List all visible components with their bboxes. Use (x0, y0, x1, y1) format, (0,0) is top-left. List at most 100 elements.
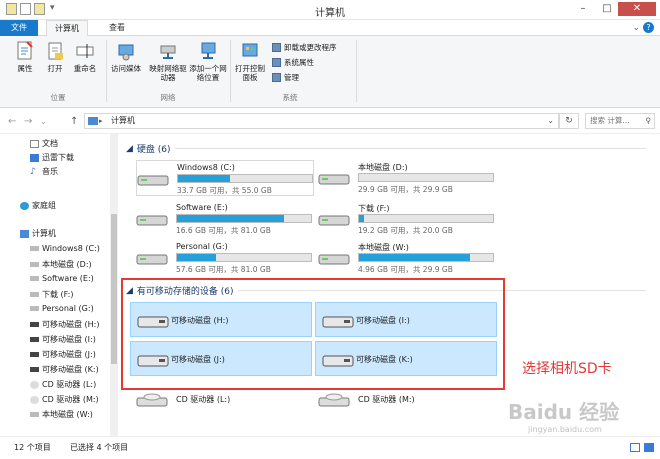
access-media-label: 访问媒体 (111, 64, 141, 73)
window-title: 计算机 (315, 8, 345, 19)
system-properties-button[interactable]: 系统属性 (272, 57, 314, 68)
access-media-button[interactable]: 访问媒体 (108, 40, 144, 73)
sidebar-label: CD 驱动器 (L:) (42, 380, 97, 389)
recent-chevron-icon[interactable]: ⌄ (40, 117, 47, 126)
sidebar-label: Windows8 (C:) (42, 244, 100, 253)
sidebar-label: 文档 (42, 139, 58, 148)
homegroup-icon (20, 201, 29, 210)
manage-icon (272, 73, 281, 82)
document-icon (30, 139, 39, 148)
hard-drive-icon (137, 175, 169, 186)
network-drive-icon (160, 45, 176, 59)
usb-drive-icon (30, 367, 39, 372)
usb-drive-icon (30, 337, 39, 342)
drive-tile-e[interactable]: Software (E:) 16.6 GB 可用，共 81.0 GB (136, 201, 312, 237)
map-drive-button[interactable]: 映射网络驱动器 (148, 40, 188, 82)
drive-usage-fill (177, 254, 216, 261)
cd-tile-l[interactable]: CD 驱动器 (L:) (136, 386, 311, 414)
usb-drive-icon (30, 322, 39, 327)
sidebar-label: 本地磁盘 (W:) (42, 410, 93, 419)
drive-size: 16.6 GB 可用，共 81.0 GB (176, 226, 271, 235)
cd-tile-m[interactable]: CD 驱动器 (M:) (318, 386, 493, 414)
drive-icon (30, 292, 39, 297)
drive-usage-fill (359, 215, 365, 222)
address-input[interactable]: ▸ 计算机 ⌄ (84, 113, 559, 129)
ribbon-divider (356, 40, 357, 102)
drive-icon (30, 262, 39, 267)
watermark-url: jingyan.baidu.com (528, 425, 602, 434)
chevron-down-icon[interactable]: ⌄ (632, 23, 640, 33)
section-divider (174, 148, 646, 149)
drive-usage-bar (358, 173, 494, 182)
drive-icon (30, 412, 39, 417)
sidebar-scrollbar[interactable] (110, 134, 118, 436)
drive-usage-fill (359, 254, 471, 261)
cd-drive-icon (318, 393, 350, 407)
section-header-hdd[interactable]: ◢ 硬盘 (6) (126, 142, 646, 155)
tab-view[interactable]: 查看 (101, 20, 133, 36)
collapse-icon[interactable]: ◢ (126, 144, 133, 154)
drive-usage-bar (176, 253, 312, 262)
sidebar-label: 迅雷下载 (42, 153, 74, 162)
add-location-button[interactable]: 添加一个网络位置 (188, 40, 228, 82)
cd-drive-icon (30, 380, 39, 389)
search-input[interactable]: 搜索 计算... ⚲ (585, 113, 655, 129)
hard-drive-icon (318, 174, 350, 185)
map-drive-label: 映射网络驱动器 (149, 64, 187, 82)
back-button[interactable]: ← (8, 116, 16, 127)
refresh-button[interactable]: ↻ (559, 113, 579, 129)
drive-tile-d[interactable]: 本地磁盘 (D:) 29.9 GB 可用，共 29.9 GB (318, 160, 494, 196)
download-icon (30, 153, 39, 162)
drive-name: CD 驱动器 (L:) (176, 395, 231, 404)
hard-drive-icon (136, 254, 168, 265)
cd-drive-icon (136, 393, 168, 407)
uninstall-button[interactable]: 卸载或更改程序 (272, 42, 337, 53)
sidebar-label: 本地磁盘 (D:) (42, 260, 92, 269)
tiles-view-icon[interactable] (644, 443, 654, 452)
drive-usage-fill (178, 175, 231, 182)
cd-drive-icon (30, 395, 39, 404)
details-view-icon[interactable] (630, 443, 640, 452)
help-icon[interactable]: ? (643, 22, 654, 33)
address-path: 计算机 (111, 116, 135, 125)
sidebar-label: 可移动磁盘 (J:) (42, 350, 96, 359)
open-icon (48, 42, 63, 60)
address-dropdown-icon[interactable]: ⌄ (547, 114, 554, 128)
tab-computer[interactable]: 计算机 (46, 20, 88, 37)
drive-tile-f[interactable]: 下载 (F:) 19.2 GB 可用，共 20.0 GB (318, 201, 494, 237)
uninstall-label: 卸载或更改程序 (284, 43, 337, 52)
manage-button[interactable]: 管理 (272, 72, 299, 83)
drive-name: 本地磁盘 (D:) (358, 163, 408, 172)
rename-label: 重命名 (73, 64, 97, 73)
properties-button[interactable]: 属性 (10, 40, 40, 73)
up-button[interactable]: ↑ (70, 116, 78, 127)
drive-size: 33.7 GB 可用，共 55.0 GB (177, 186, 272, 195)
search-placeholder: 搜索 计算... (590, 116, 630, 125)
minimize-button[interactable]: – (572, 2, 594, 16)
drive-tile-c[interactable]: Windows8 (C:) 33.7 GB 可用，共 55.0 GB (136, 160, 314, 196)
item-count: 12 个项目 (14, 443, 51, 452)
sidebar-label: Software (E:) (42, 274, 94, 283)
title-bar: ▾ 计算机 – □ ✕ (0, 0, 660, 20)
open-control-panel-button[interactable]: 打开控制面板 (232, 40, 268, 82)
maximize-button[interactable]: □ (596, 2, 618, 16)
close-button[interactable]: ✕ (618, 2, 656, 16)
drive-usage-bar (177, 174, 313, 183)
scrollbar-thumb[interactable] (111, 214, 117, 364)
tab-file[interactable]: 文件 (0, 20, 38, 36)
manage-label: 管理 (284, 73, 299, 82)
drive-tile-w[interactable]: 本地磁盘 (W:) 4.96 GB 可用，共 29.9 GB (318, 240, 494, 276)
sidebar-label: 可移动磁盘 (H:) (42, 320, 100, 329)
status-bar: 12 个项目 已选择 4 个项目 (0, 436, 660, 459)
drive-tile-g[interactable]: Personal (G:) 57.6 GB 可用，共 81.0 GB (136, 240, 312, 276)
open-button[interactable]: 打开 (42, 40, 68, 73)
ribbon: 属性 打开 重命名 位置 访问媒体 映射网络驱动器 添加一个网络位置 网络 打开… (0, 36, 660, 108)
rename-button[interactable]: 重命名 (68, 40, 102, 73)
sidebar-label: Personal (G:) (42, 304, 94, 313)
section-title: 硬盘 (6) (136, 145, 171, 155)
sidebar-label: 计算机 (32, 229, 56, 238)
hard-drive-icon (136, 215, 168, 226)
computer-icon (20, 229, 29, 238)
search-icon: ⚲ (645, 116, 652, 125)
forward-button[interactable]: → (24, 116, 32, 127)
